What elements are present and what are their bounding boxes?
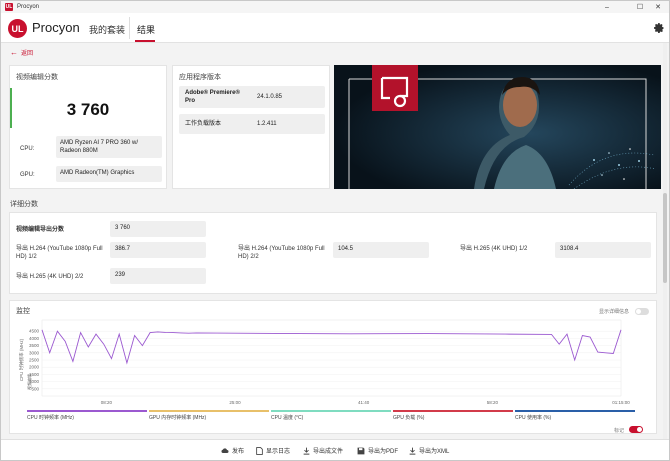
tab-results[interactable]: 结果: [137, 23, 155, 36]
details-card: 视频编辑导出分数 3 760 导出 H.264 (YouTube 1080p F…: [9, 212, 657, 294]
bottom-action-bar: 发布 显示日志 导出成文件 导出为PDF 导出为XML: [1, 439, 669, 460]
h264-part2-label: 导出 H.264 (YouTube 1080p Full HD) 2/2: [238, 246, 325, 260]
legend-swatch: [271, 410, 391, 412]
overall-score: 3 760: [66, 100, 110, 119]
hero-illustration: [334, 65, 661, 189]
gpu-label: GPU:: [20, 172, 35, 178]
publish-button[interactable]: 发布: [221, 446, 244, 455]
window-titlebar: UL Procyon: [1, 1, 669, 13]
app-name: Procyon: [32, 20, 80, 35]
show-log-label: 显示日志: [266, 449, 291, 455]
y-tick-label: 3000: [29, 350, 40, 355]
details-section-title: 详细分数: [10, 201, 38, 208]
export-file-label: 导出成文件: [313, 449, 344, 455]
h265-part1-label: 导出 H.265 (4K UHD) 1/2: [460, 246, 528, 252]
y-axis-sublabel: 视频编辑: [26, 374, 32, 390]
app-header: UL Procyon 我的套装 结果: [1, 13, 669, 43]
legend-swatch: [27, 410, 147, 412]
score-card: 视频编辑分数 3 760 CPU: AMD Ryzen AI 7 PRO 360…: [9, 65, 167, 189]
save-icon: [357, 447, 365, 454]
show-log-button[interactable]: 显示日志: [256, 446, 290, 455]
app-version-title: 应用程序版本: [179, 74, 221, 81]
x-tick-label: 25:00: [229, 400, 241, 405]
marker-toggle[interactable]: [629, 426, 643, 433]
cpu-value: AMD Ryzen AI 7 PRO 360 w/ Radeon 880M: [56, 136, 162, 158]
workload-label: 工作负载版本: [185, 121, 222, 127]
cpu-label: CPU:: [20, 146, 35, 152]
premiere-version: 24.1.0.85: [257, 94, 283, 100]
export-file-button[interactable]: 导出成文件: [303, 446, 343, 455]
back-link[interactable]: ← 返回: [10, 48, 33, 57]
download-icon: [409, 447, 416, 455]
legend-swatch: [515, 410, 635, 412]
h265-part1-value: 3108.4: [555, 242, 651, 258]
tab-my-suites[interactable]: 我的套装: [89, 23, 125, 36]
x-tick-label: 08:20: [101, 400, 113, 405]
window-ul-logo-icon: UL: [5, 3, 13, 11]
export-pdf-label: 导出为PDF: [368, 449, 399, 455]
workload-version: 1.2.411: [257, 121, 277, 127]
close-button[interactable]: ✕: [649, 1, 667, 13]
premiere-row: Adobe® Premiere® Pro 24.1.0.85: [179, 86, 325, 108]
export-xml-button[interactable]: 导出为XML: [409, 446, 449, 455]
export-score-label: 视频编辑导出分数: [16, 227, 65, 233]
workload-row: 工作负载版本 1.2.411: [179, 114, 325, 134]
legend-label[interactable]: CPU 时钟频率 (MHz): [27, 414, 74, 421]
y-tick-label: 2500: [29, 358, 40, 363]
nav-divider: [129, 17, 130, 39]
legend-label[interactable]: CPU 使用率 (%): [515, 414, 551, 421]
procyon-window: UL Procyon – ☐ ✕ UL Procyon 我的套装 结果 ← 返回…: [0, 0, 670, 461]
x-tick-label: 58:20: [487, 400, 499, 405]
download-icon: [303, 447, 310, 455]
export-score-value: 3 760: [110, 221, 206, 237]
minimize-button[interactable]: –: [598, 1, 616, 13]
h265-part2-label: 导出 H.265 (4K UHD) 2/2: [16, 274, 84, 280]
document-icon: [256, 446, 263, 455]
y-tick-label: 4000: [29, 336, 40, 341]
legend-label[interactable]: GPU 负载 (%): [393, 414, 424, 421]
legend-swatch: [393, 410, 513, 412]
y-axis-label: CPU 时钟频率 (MHz): [18, 338, 25, 381]
benchmark-hero-image: [334, 65, 661, 189]
vertical-scrollbar[interactable]: [663, 43, 667, 439]
active-tab-indicator: [135, 40, 155, 42]
maximize-button[interactable]: ☐: [631, 1, 649, 13]
h265-part2-value: 239: [110, 268, 206, 284]
y-tick-label: 3500: [29, 343, 40, 348]
cloud-icon: [221, 448, 229, 453]
export-xml-label: 导出为XML: [419, 449, 450, 455]
publish-label: 发布: [232, 449, 245, 455]
x-tick-label: 01:15:00: [612, 400, 630, 405]
legend-swatch: [149, 410, 269, 412]
legend-label[interactable]: CPU 温度 (°C): [271, 414, 303, 421]
app-version-card: 应用程序版本 Adobe® Premiere® Pro 24.1.0.85 工作…: [172, 65, 330, 189]
score-card-title: 视频编辑分数: [16, 74, 58, 81]
back-label: 返回: [21, 51, 34, 57]
y-tick-label: 500: [31, 386, 39, 391]
window-title: Procyon: [17, 4, 40, 10]
ul-logo-icon: UL: [8, 19, 27, 38]
x-tick-label: 41:40: [358, 400, 370, 405]
monitoring-chart: 4500400035003000250020001500100050008:20…: [18, 319, 630, 405]
h264-part1-value: 386.7: [110, 242, 206, 258]
legend-label[interactable]: GPU 内存时钟频率 (MHz): [149, 414, 206, 421]
h264-part1-label: 导出 H.264 (YouTube 1080p Full HD) 1/2: [16, 246, 103, 260]
gpu-value: AMD Radeon(TM) Graphics: [56, 166, 162, 182]
arrow-left-icon: ←: [10, 48, 18, 57]
marker-label: 标记: [614, 428, 625, 434]
y-tick-label: 4500: [29, 329, 40, 334]
export-pdf-button[interactable]: 导出为PDF: [357, 446, 398, 455]
premiere-label: Adobe® Premiere® Pro: [185, 90, 240, 104]
gear-icon[interactable]: [653, 22, 665, 34]
h264-part2-value: 104.5: [333, 242, 429, 258]
scrollbar-thumb[interactable]: [663, 193, 667, 283]
y-tick-label: 2000: [29, 365, 40, 370]
